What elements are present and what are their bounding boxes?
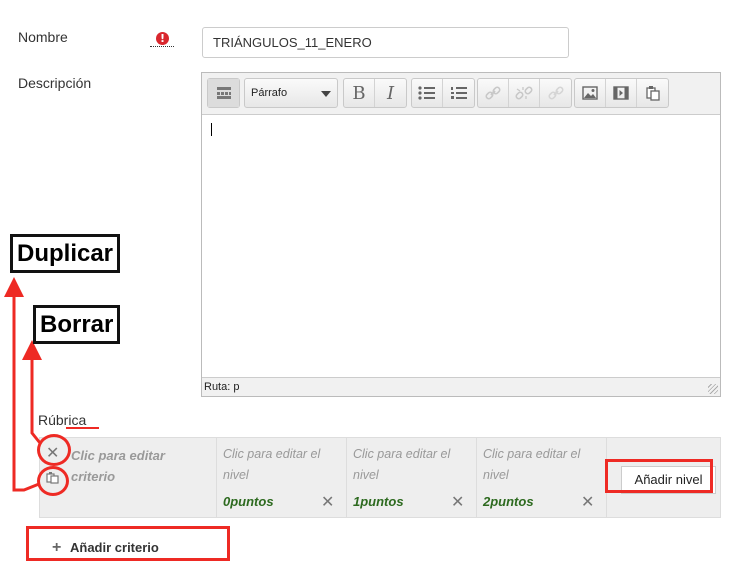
callout-duplicate: Duplicar — [10, 234, 121, 273]
annotation-arrows — [4, 277, 99, 492]
callout-delete: Borrar — [33, 305, 121, 344]
